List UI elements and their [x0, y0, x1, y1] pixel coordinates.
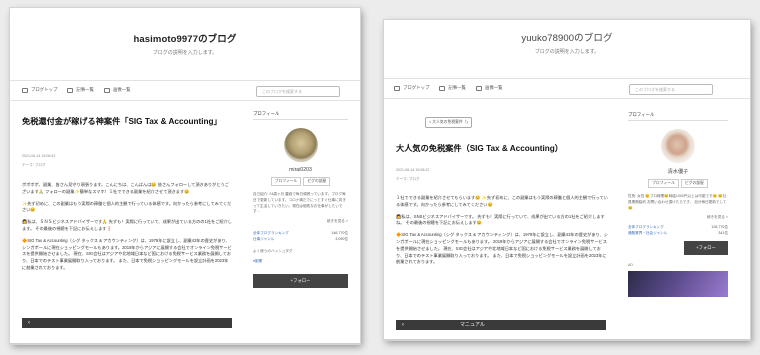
home-icon [394, 85, 400, 91]
blog-search-input[interactable]: このブログを検索する [256, 86, 340, 97]
menu-blog-top[interactable]: ブログトップ [394, 85, 429, 91]
blog-window-left: hasimoto9977のブログ ブログの説明を入力します。 ブログトップ 記事… [10, 8, 360, 344]
ranking-list: 全体ブログランキング 126,770位 通販業界・社会ジャンル 341位 [628, 224, 728, 236]
blog-title[interactable]: yuuko78900のブログ [384, 30, 750, 44]
profile-heading: プロフィール [628, 112, 728, 121]
profile-button[interactable]: プロフィール [648, 179, 679, 188]
blog-title[interactable]: hasimoto9977のブログ [10, 31, 360, 45]
camera-icon [475, 85, 482, 91]
avatar[interactable] [283, 128, 318, 162]
blog-menu-bar: ブログトップ 記事一覧 画像一覧 このブログを検索する [10, 80, 360, 101]
menu-article-list[interactable]: 記事一覧 [67, 87, 94, 93]
article-paragraph: 🔶SIG Tax & Accounting（シグ タックス & アカウンティング… [396, 232, 608, 265]
profile-description: 性別: 女性 😊プロ稼業😊時給1000円以上は可能です😊 😊社員業務給約 お問い… [628, 194, 727, 210]
follow-button[interactable]: +フォロー [253, 273, 348, 288]
pigg-room-button[interactable]: ピグの部屋 [303, 177, 331, 186]
blog-description: ブログの説明を入力します。 [534, 49, 600, 55]
list-icon [67, 87, 74, 93]
ranking-value: 3,090位 [335, 237, 348, 242]
article-paragraph: ✨先ず初めに、この副業はもう実際の稼働と個人的主観で行っている体感です。向かった… [22, 200, 232, 213]
article-body: １社でできる副業を紹介させてもらいます😊 ✨先ず初めに、この副業はもう実際の稼働… [396, 195, 608, 271]
article-body: ボボボボ、副業、皆さん見守り頑張ります。こんにちは、こんばんは😊 皆さんフォロー… [22, 182, 232, 277]
menu-article-list[interactable]: 記事一覧 [439, 85, 466, 91]
blog-menu: ブログトップ 記事一覧 画像一覧 [394, 85, 503, 91]
article-date: 2021-06-14 15:06:22 [396, 168, 430, 172]
avatar[interactable] [661, 129, 695, 163]
hashtag-heading: よく使うのハッシュタグ [253, 249, 293, 254]
blog-window-right: yuuko78900のブログ ブログの説明を入力します。 ブログトップ 記事一覧… [384, 20, 750, 340]
home-icon [22, 87, 28, 93]
profile-description: 自己紹介: 24歳ヶ月 農経で毎日頑張っています。ブログ毎日で更新しています。コ… [253, 192, 346, 214]
chevron-left-icon[interactable]: ‹ [28, 318, 30, 328]
ad-label: AD [628, 263, 633, 268]
profile-button[interactable]: プロフィール [270, 177, 302, 186]
ranking-label[interactable]: 通販業界・社会ジャンル [628, 230, 667, 236]
article-title: 大人気の免税案件（SIG Tax & Accounting） [396, 144, 563, 153]
ranking-label[interactable]: 仕事ジャンル [253, 236, 274, 242]
bottom-nav-bar[interactable]: ‹ マニュアル [396, 320, 606, 330]
profile-sidebar: プロフィール 清水優子 プロフィール ピグの部屋 性別: 女性 😊プロ稼業😊時給… [628, 112, 728, 298]
profile-username[interactable]: 清水優子 [628, 168, 728, 175]
article-theme[interactable]: テーマ: ブログ [22, 161, 46, 169]
chevron-left-icon[interactable]: ‹ [402, 320, 404, 330]
prev-article-link[interactable]: < 大人気の免税案件（) [425, 117, 472, 128]
bottom-nav-bar[interactable]: ‹ [22, 318, 232, 328]
ranking-list: 全体ブログランキング 146,770位 仕事ジャンル 3,090位 [253, 230, 348, 242]
profile-sidebar: プロフィール mirai0203 プロフィール ピグの部屋 自己紹介: 24歳ヶ… [253, 111, 348, 288]
pigg-room-button[interactable]: ピグの部屋 [680, 179, 708, 188]
read-more-link[interactable]: 続きを見る > [253, 219, 348, 224]
manual-label[interactable]: マニュアル [460, 320, 485, 330]
list-icon [439, 85, 446, 91]
profile-heading: プロフィール [253, 111, 348, 120]
blog-menu-bar: ブログトップ 記事一覧 画像一覧 このブログを検索する [384, 78, 750, 99]
article-paragraph: ボボボボ、副業、皆さん見守り頑張ります。こんにちは、こんばんは😊 皆さんフォロー… [22, 182, 229, 194]
camera-icon [103, 87, 110, 93]
menu-image-list[interactable]: 画像一覧 [475, 85, 503, 91]
article-paragraph: １社でできる副業を紹介させてもらいます😊 ✨先ず初めに、この副業はもう実際の稼働… [396, 195, 608, 207]
blog-menu: ブログトップ 記事一覧 画像一覧 [22, 87, 131, 93]
blog-search-input[interactable]: このブログを検索する [629, 84, 713, 95]
ranking-value: 341位 [718, 231, 728, 236]
profile-username[interactable]: mirai0203 [253, 167, 348, 173]
divider [384, 339, 750, 340]
article-paragraph: 👩私は、SNSビジネスアドバイザーです。 先ずも！実際に行っていて、成果が出てい… [396, 213, 605, 226]
article-title: 免税還付金が稼げる神案件「SIG Tax & Accounting」 [22, 117, 222, 126]
read-more-link[interactable]: 続きを見る > [628, 215, 728, 220]
blog-header: hasimoto9977のブログ ブログの説明を入力します。 [10, 31, 360, 56]
divider [10, 343, 360, 344]
follow-button[interactable]: +フォロー [684, 241, 728, 256]
menu-image-list[interactable]: 画像一覧 [103, 87, 131, 93]
article-paragraph: 👩私は、ＳＮＳビジネスアドバイザーです🙏 先ずも！実際に行っていて、成果が出てい… [22, 219, 232, 231]
ad-banner[interactable] [628, 271, 728, 298]
blog-description: ブログの説明を入力します。 [152, 50, 218, 56]
menu-blog-top[interactable]: ブログトップ [22, 87, 57, 93]
article-theme[interactable]: テーマ: ブログ [396, 175, 420, 183]
hashtag-link[interactable]: #副業 [253, 258, 348, 264]
article-date: 2021-06-14 15:06:42 [22, 154, 56, 158]
blog-header: yuuko78900のブログ ブログの説明を入力します。 [384, 30, 750, 55]
article-paragraph: 🔶SIG Tax & Accounting（シグ タックス & アカウンティング… [22, 237, 232, 270]
